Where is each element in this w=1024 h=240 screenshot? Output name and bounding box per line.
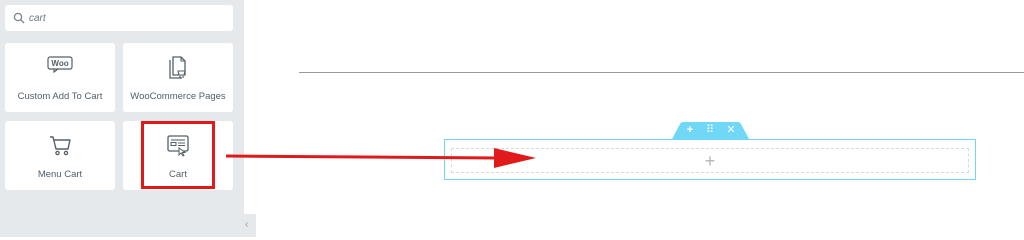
panel-collapse-toggle[interactable]: ‹ (242, 214, 256, 237)
widget-label: Cart (169, 169, 187, 180)
widget-woocommerce-pages[interactable]: WooCommerce Pages (123, 43, 233, 112)
widget-label: WooCommerce Pages (130, 91, 226, 102)
widget-panel: Woo Custom Add To Cart WooCommerce Pages (0, 0, 244, 237)
cart-widget-icon (167, 135, 189, 157)
canvas-section[interactable]: + (444, 139, 976, 180)
widget-label: Menu Cart (37, 169, 83, 180)
woo-badge-text: Woo (51, 59, 68, 68)
widget-cart[interactable]: Cart (123, 121, 233, 190)
pages-icon (169, 56, 186, 79)
widget-search-input[interactable] (29, 8, 225, 28)
cart-icon (50, 136, 71, 156)
add-widget-icon[interactable]: + (705, 152, 716, 170)
drag-handle-icon[interactable]: ⠿ (703, 124, 717, 137)
divider-line (299, 72, 1024, 73)
widget-label: Custom Add To Cart (17, 91, 103, 102)
chevron-left-icon: ‹ (245, 219, 249, 230)
search-icon (13, 12, 25, 24)
section-handle[interactable]: + ⠿ ✕ (672, 122, 749, 139)
widget-menu-cart[interactable]: Menu Cart (5, 121, 115, 190)
woo-icon: Woo (47, 56, 73, 73)
empty-column-dropzone[interactable]: + (451, 148, 969, 173)
widget-custom-add-to-cart[interactable]: Woo Custom Add To Cart (5, 43, 115, 112)
add-section-icon[interactable]: + (683, 124, 697, 137)
close-icon[interactable]: ✕ (724, 124, 738, 137)
widget-search-bar[interactable] (5, 5, 233, 31)
